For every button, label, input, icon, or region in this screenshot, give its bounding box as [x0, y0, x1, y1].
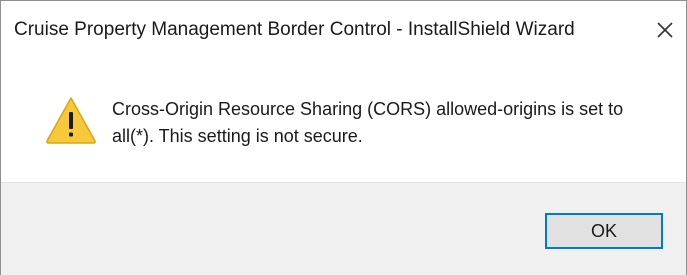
installshield-dialog: Cruise Property Management Border Contro… [0, 0, 687, 275]
title-bar: Cruise Property Management Border Contro… [1, 1, 686, 61]
ok-button[interactable]: OK [545, 213, 663, 249]
button-bar: OK [1, 182, 686, 275]
warning-icon [46, 97, 96, 144]
message-area: Cross-Origin Resource Sharing (CORS) all… [1, 61, 686, 182]
close-button[interactable] [648, 13, 682, 47]
window-title: Cruise Property Management Border Contro… [14, 19, 575, 40]
warning-message: Cross-Origin Resource Sharing (CORS) all… [112, 99, 624, 146]
close-icon [657, 22, 673, 38]
